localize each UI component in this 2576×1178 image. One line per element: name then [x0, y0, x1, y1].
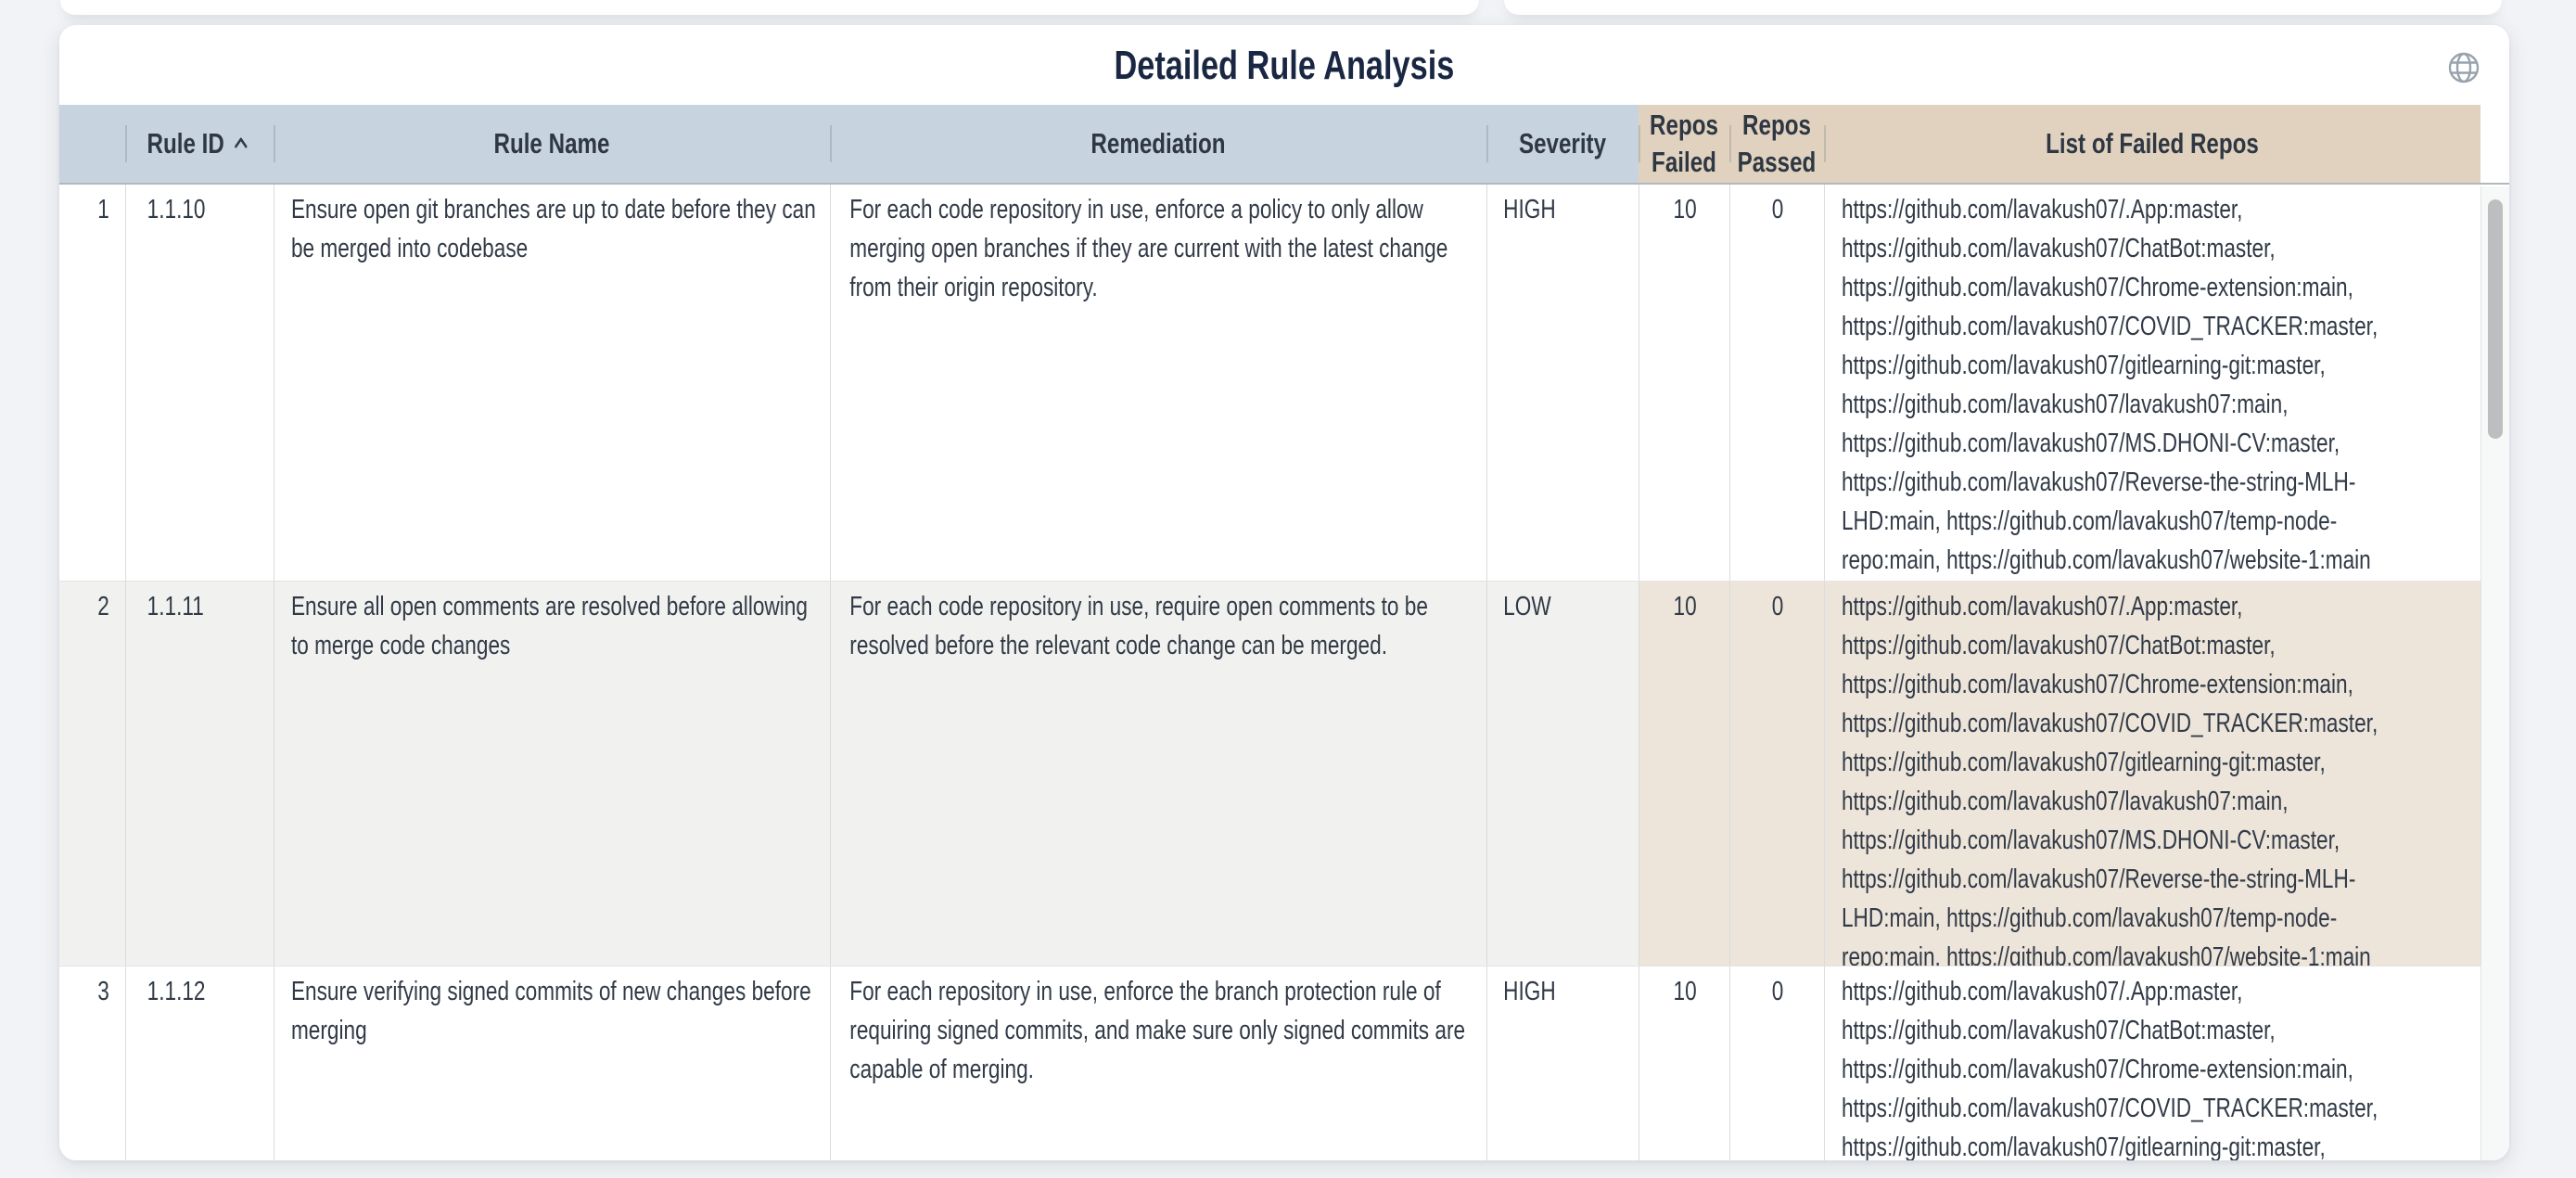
cell-repos-passed: 0: [1729, 967, 1824, 1160]
cell-rule-id: 1.1.12: [125, 967, 274, 1160]
header-cell-severity[interactable]: Severity: [1486, 105, 1639, 183]
header-label-repos-failed: Repos Failed: [1639, 107, 1729, 181]
header-cell-rule-name[interactable]: Rule Name: [274, 105, 830, 183]
cell-rule-id: 1.1.10: [125, 185, 274, 581]
header-cell-repos-failed[interactable]: Repos Failed: [1639, 105, 1729, 183]
header-label-failed-repos-list: List of Failed Repos: [1824, 125, 2480, 162]
cell-repos-passed: 0: [1729, 582, 1824, 966]
cell-repos-failed: 10: [1639, 582, 1729, 966]
table-row[interactable]: 21.1.11Ensure all open comments are reso…: [59, 582, 2480, 967]
cell-failed-repos: https://github.com/lavakush07/.App:maste…: [1824, 967, 2480, 1160]
cell-severity: LOW: [1486, 582, 1639, 966]
detailed-rule-analysis-card: Detailed Rule Analysis Rule ID Rule Name…: [59, 25, 2509, 1160]
cell-index: 1: [59, 185, 125, 581]
table-body: 11.1.10Ensure open git branches are up t…: [59, 185, 2480, 1160]
page-title: Detailed Rule Analysis: [59, 25, 2509, 105]
header-label-severity: Severity: [1486, 125, 1639, 162]
cell-rule-name: Ensure open git branches are up to date …: [274, 185, 830, 581]
cell-remediation: For each code repository in use, require…: [830, 582, 1486, 966]
chevron-up-icon: [230, 129, 251, 157]
cell-repos-passed: 0: [1729, 185, 1824, 581]
header-label-rule-name: Rule Name: [274, 125, 830, 162]
top-card-right: [1504, 0, 2502, 15]
cell-rule-id: 1.1.11: [125, 582, 274, 966]
header-label-repos-passed: Repos Passed: [1729, 107, 1824, 181]
header-cell-rule-id[interactable]: Rule ID: [125, 105, 274, 183]
cell-repos-failed: 10: [1639, 185, 1729, 581]
scrollbar-thumb[interactable]: [2488, 199, 2503, 439]
cell-repos-failed: 10: [1639, 967, 1729, 1160]
cell-remediation: For each code repository in use, enforce…: [830, 185, 1486, 581]
header-label-remediation: Remediation: [830, 125, 1486, 162]
cell-severity: HIGH: [1486, 185, 1639, 581]
top-card-left: [60, 0, 1479, 15]
header-cell-failed-repos-list[interactable]: List of Failed Repos: [1824, 105, 2480, 183]
cell-remediation: For each repository in use, enforce the …: [830, 967, 1486, 1160]
table-row[interactable]: 31.1.12Ensure verifying signed commits o…: [59, 967, 2480, 1160]
globe-icon[interactable]: [2446, 50, 2481, 85]
header-label-rule-id: Rule ID: [147, 127, 224, 160]
header-cell-repos-passed[interactable]: Repos Passed: [1729, 105, 1824, 183]
cell-failed-repos: https://github.com/lavakush07/.App:maste…: [1824, 582, 2480, 966]
header-scrollbar-spacer: [2480, 105, 2509, 183]
table-row[interactable]: 11.1.10Ensure open git branches are up t…: [59, 185, 2480, 582]
cell-index: 3: [59, 967, 125, 1160]
header-cell-remediation[interactable]: Remediation: [830, 105, 1486, 183]
cell-rule-name: Ensure verifying signed commits of new c…: [274, 967, 830, 1160]
cell-rule-name: Ensure all open comments are resolved be…: [274, 582, 830, 966]
rule-analysis-table: Rule ID Rule Name Remediation Severity R…: [59, 105, 2509, 1160]
header-cell-index: [59, 105, 125, 183]
table-header-row: Rule ID Rule Name Remediation Severity R…: [59, 105, 2509, 185]
cell-failed-repos: https://github.com/lavakush07/.App:maste…: [1824, 185, 2480, 581]
cell-index: 2: [59, 582, 125, 966]
vertical-scrollbar[interactable]: [2480, 186, 2509, 1160]
cell-severity: HIGH: [1486, 967, 1639, 1160]
